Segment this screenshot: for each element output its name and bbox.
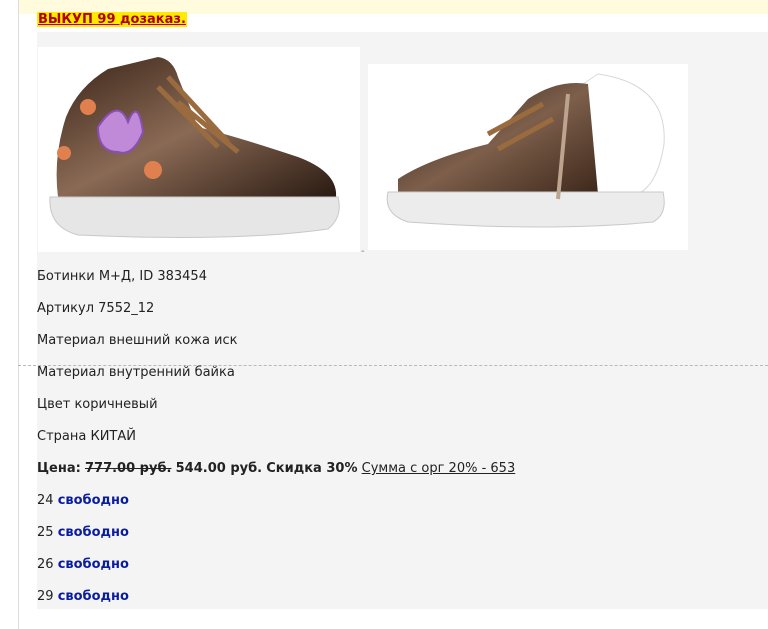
product-material-outer: Материал внешний кожа иск bbox=[37, 333, 238, 348]
price-row: Цена: 777.00 руб. 544.00 руб. Скидка 30%… bbox=[37, 461, 515, 476]
shoe-side-illustration bbox=[49, 57, 340, 238]
size-number: 25 bbox=[37, 525, 54, 540]
size-row: 29 свободно bbox=[37, 589, 129, 604]
product-material-inner: Материал внутренний байка bbox=[37, 365, 235, 380]
image-separator-mark: - bbox=[361, 246, 365, 257]
product-article: Артикул 7552_12 bbox=[37, 301, 155, 316]
promo-link[interactable]: ВЫКУП 99 дозаказ. bbox=[37, 12, 187, 27]
price-new: 544.00 руб. bbox=[175, 461, 263, 476]
sum-with-fee-link[interactable]: Сумма с орг 20% - 653 bbox=[362, 461, 516, 476]
product-country: Страна КИТАЙ bbox=[37, 429, 136, 444]
size-number: 26 bbox=[37, 557, 54, 572]
size-status[interactable]: свободно bbox=[58, 525, 129, 540]
left-border-rule bbox=[18, 0, 19, 629]
price-label: Цена: bbox=[37, 461, 81, 476]
shoe-side-view-image[interactable] bbox=[38, 47, 360, 252]
price-old: 777.00 руб. bbox=[84, 461, 172, 476]
size-status[interactable]: свободно bbox=[58, 589, 129, 604]
promo-banner[interactable]: ВЫКУП 99 дозаказ. bbox=[37, 12, 187, 27]
size-status[interactable]: свободно bbox=[58, 557, 129, 572]
size-number: 24 bbox=[37, 493, 54, 508]
discount-badge: Скидка 30% bbox=[266, 461, 358, 476]
shoe-zipper-view-image[interactable] bbox=[368, 64, 688, 250]
size-row: 26 свободно bbox=[37, 557, 129, 572]
size-row: 25 свободно bbox=[37, 525, 129, 540]
size-number: 29 bbox=[37, 589, 54, 604]
product-color: Цвет коричневый bbox=[37, 397, 158, 412]
product-name: Ботинки М+Д, ID 383454 bbox=[37, 269, 207, 284]
product-panel: - Ботинки М+Д, ID 383454 Артикул 7552_12… bbox=[18, 32, 768, 609]
size-row: 24 свободно bbox=[37, 493, 129, 508]
size-status[interactable]: свободно bbox=[58, 493, 129, 508]
shoe-zipper-illustration bbox=[386, 73, 665, 228]
